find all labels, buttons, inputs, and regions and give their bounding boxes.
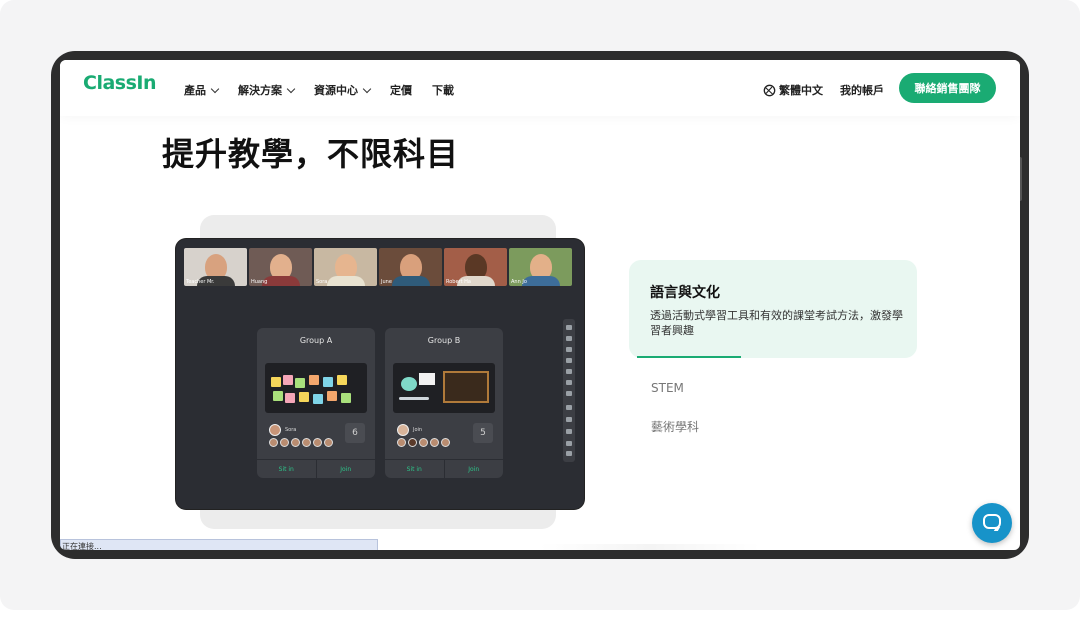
video-tile: Teacher Mr.: [184, 248, 247, 286]
sit-in-button[interactable]: Sit in: [257, 460, 316, 478]
nav-resources-label: 資源中心: [314, 84, 358, 97]
contact-sales-button[interactable]: 聯絡銷售團隊: [899, 73, 996, 103]
group-title: Group B: [427, 336, 461, 345]
browser-viewport: ClassIn 產品 解決方案 資源中心 定價 下載 繁體中文 我的帳戶 聯絡銷…: [60, 60, 1020, 550]
member-name: Sora: [285, 427, 297, 433]
chat-icon: [983, 514, 1001, 529]
nav-solutions[interactable]: 解決方案: [238, 82, 296, 98]
classin-logo[interactable]: ClassIn: [83, 72, 157, 94]
member-avatars: [397, 438, 450, 447]
join-button[interactable]: Join: [443, 460, 504, 478]
nav-download-label: 下載: [432, 84, 454, 97]
section-divider: [540, 544, 760, 550]
browser-status-bar: 正在連接...: [60, 539, 378, 550]
video-tile: Sora: [314, 248, 377, 286]
join-button[interactable]: Join: [315, 460, 376, 478]
nav-solutions-label: 解決方案: [238, 84, 282, 97]
avatar: [397, 424, 409, 436]
video-label: Huang: [251, 279, 268, 285]
language-label: 繁體中文: [779, 84, 823, 97]
video-label: June: [381, 279, 392, 285]
feature-description: 透過活動式學習工具和有效的課堂考試方法，激發學習者興趣: [650, 309, 903, 337]
video-label: Teacher Mr.: [186, 279, 215, 285]
feature-progress-bar: [637, 356, 741, 358]
avatar: [269, 424, 281, 436]
whiteboard-thumbnail: [265, 363, 367, 413]
top-navigation: ClassIn 產品 解決方案 資源中心 定價 下載 繁體中文 我的帳戶 聯絡銷…: [60, 60, 1020, 116]
feature-arts[interactable]: 藝術學科: [651, 418, 699, 435]
video-tile: Ann Jo: [509, 248, 572, 286]
chevron-down-icon: [210, 84, 220, 93]
nav-resources[interactable]: 資源中心: [314, 82, 372, 98]
nav-pricing[interactable]: 定價: [390, 82, 412, 98]
member-avatars: [269, 438, 333, 447]
video-label: Ann Jo: [511, 279, 527, 285]
page-headline: 提升教學，不限科目: [162, 135, 460, 173]
nav-download[interactable]: 下載: [432, 82, 454, 98]
nav-products[interactable]: 產品: [184, 82, 220, 98]
video-tile: Robert Ha: [444, 248, 507, 286]
my-account-link[interactable]: 我的帳戶: [840, 82, 884, 98]
feature-title: 語言與文化: [650, 285, 720, 301]
chevron-down-icon: [286, 84, 296, 93]
classroom-demo-screen: Teacher Mr. Huang Sora June Robert Ha An…: [176, 239, 584, 509]
globe-icon: [763, 84, 776, 96]
video-label: Robert Ha: [446, 279, 471, 285]
chevron-down-icon: [362, 84, 372, 93]
video-strip: Teacher Mr. Huang Sora June Robert Ha An…: [184, 248, 572, 286]
video-label: Sora: [316, 279, 328, 285]
group-card: Group A Sora 6 Sit in Join: [257, 328, 375, 478]
whiteboard-toolbar: [563, 319, 575, 462]
nav-pricing-label: 定價: [390, 84, 412, 97]
sit-in-button[interactable]: Sit in: [385, 460, 444, 478]
group-actions: Sit in Join: [385, 459, 503, 478]
language-selector[interactable]: 繁體中文: [763, 82, 823, 98]
group-title: Group A: [299, 336, 333, 345]
chat-button[interactable]: [972, 503, 1012, 543]
nav-products-label: 產品: [184, 84, 206, 97]
video-tile: Huang: [249, 248, 312, 286]
group-member: Sora: [269, 424, 296, 436]
feature-stem[interactable]: STEM: [651, 381, 684, 395]
member-name: Join: [413, 427, 423, 433]
member-count: 5: [473, 423, 493, 443]
whiteboard-thumbnail: [393, 363, 495, 413]
group-actions: Sit in Join: [257, 459, 375, 478]
group-member: Join: [397, 424, 422, 436]
member-count: 6: [345, 423, 365, 443]
feature-language-culture[interactable]: 語言與文化 透過活動式學習工具和有效的課堂考試方法，激發學習者興趣: [629, 260, 917, 358]
video-tile: June: [379, 248, 442, 286]
group-card: Group B Join 5 Sit in Join: [385, 328, 503, 478]
